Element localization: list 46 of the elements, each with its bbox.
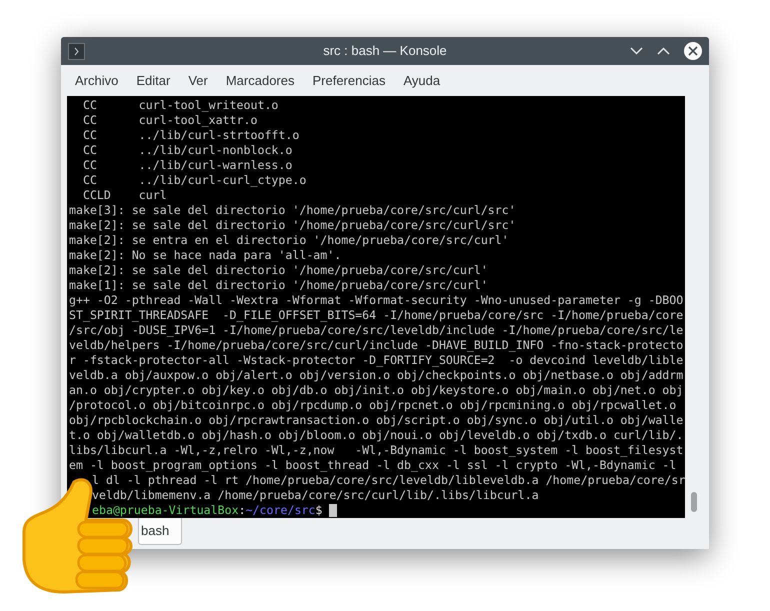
terminal-line: veldb/libmemenv.a /home/prueba/core/src/curl/lib/.libs/libcurl.a: [92, 488, 539, 502]
terminal-line: make[2]: se entra en el directorio '/home/prueba/core/src/curl': [69, 233, 509, 247]
menu-item[interactable]: Ayuda: [395, 68, 448, 94]
menu-item[interactable]: Archivo: [67, 68, 126, 94]
terminal-line: CC ../lib/curl-curl_ctype.o: [82, 173, 306, 187]
terminal-line: CCLD curl: [82, 188, 167, 202]
text-cursor: [329, 504, 338, 517]
terminal-line: an.o obj/crypter.o obj/key.o obj/db.o obj/init.o obj/keystore.o obj/main.o obj/net.o obj: [69, 383, 684, 397]
prompt-path: ~/core/src: [246, 503, 316, 518]
maximize-icon[interactable]: [657, 47, 670, 55]
minimize-icon[interactable]: [630, 47, 643, 55]
terminal-line: CC ../lib/curl-nonblock.o: [82, 143, 292, 157]
terminal-line: CC ../lib/curl-warnless.o: [82, 158, 292, 172]
terminal-line: make[1]: se sale del directorio '/home/prueba/core/src/curl': [69, 278, 488, 292]
terminal-line: obj/rpcblockchain.o obj/rpcrawtransaction.o obj/script.o obj/sync.o obj/util.o obj/walle: [69, 413, 684, 427]
scrollbar-thumb[interactable]: [691, 492, 697, 512]
prompt-user: eba@prueba-VirtualBox: [92, 503, 239, 518]
terminal-line: ST_SPIRIT_THREADSAFE -D_FILE_OFFSET_BITS=64 -I/home/prueba/core/src -I/home/prueba/core: [69, 308, 684, 322]
menu-item[interactable]: Editar: [128, 68, 178, 94]
terminal-line: veldb.a obj/auxpow.o obj/alert.o obj/version.o obj/checkpoints.o obj/netbase.o obj/addrm: [69, 368, 684, 382]
terminal-line: /src/obj -DUSE_IPV6=1 -I/home/prueba/core/src/leveldb/include -I/home/prueba/core/src/le: [69, 323, 684, 337]
menu-item[interactable]: Marcadores: [218, 68, 302, 94]
tab[interactable]: bash: [138, 518, 182, 545]
menu-item[interactable]: Ver: [180, 68, 216, 94]
terminal-line: libs/libcurl.a -Wl,-z,relro -Wl,-z,now -Wl,-Bdynamic -l boost_system -l boost_filesyst: [69, 443, 684, 457]
terminal-line: CC curl-tool_xattr.o: [82, 113, 258, 127]
terminal-line: veldb/helpers -I/home/prueba/core/src/curl/include -DHAVE_BUILD_INFO -fno-stack-protecto: [69, 338, 684, 352]
terminal-line: /protocol.o obj/bitcoinrpc.o obj/rpcdump.o obj/rpcnet.o obj/rpcmining.o obj/rpcwallet.o: [69, 398, 676, 412]
terminal-line: g++ -O2 -pthread -Wall -Wextra -Wformat -Wformat-security -Wno-unused-parameter -g -DBOO: [69, 293, 684, 307]
window-title: src : bash — Konsole: [323, 42, 447, 60]
terminal-line: t.o obj/walletdb.o obj/hash.o obj/bloom.o obj/noui.o obj/leveldb.o obj/txdb.o curl/lib/.: [69, 428, 684, 442]
terminal-line: r -fstack-protector-all -Wstack-protector -D_FORTIFY_SOURCE=2 -o devcoind leveldb/lible: [69, 353, 684, 367]
terminal-icon: [68, 42, 85, 60]
menu-item[interactable]: Preferencias: [304, 68, 394, 94]
terminal-line: make[2]: se sale del directorio '/home/prueba/core/src/curl': [69, 263, 488, 277]
terminal-line: CC curl-tool_writeout.o: [82, 98, 278, 112]
terminal-line: make[3]: se sale del directorio '/home/prueba/core/src/curl/src': [69, 203, 516, 217]
terminal[interactable]: [67, 96, 685, 518]
prompt-symbol: $: [315, 503, 322, 518]
terminal-line: l dl -l pthread -l rt /home/prueba/core/src/leveldb/libleveldb.a /home/prueba/core/sr: [92, 473, 686, 487]
close-icon[interactable]: [684, 42, 702, 60]
terminal-line: make[2]: se sale del directorio '/home/prueba/core/src/curl/src': [69, 218, 516, 232]
prompt-separator: :: [238, 503, 246, 518]
terminal-line: make[2]: No se hace nada para 'all-am'.: [69, 248, 342, 262]
terminal-line: CC ../lib/curl-strtoofft.o: [82, 128, 300, 142]
terminal-line: em -l boost_program_options -l boost_thread -l db_cxx -l ssl -l crypto -Wl,-Bdynamic -l: [69, 458, 676, 472]
